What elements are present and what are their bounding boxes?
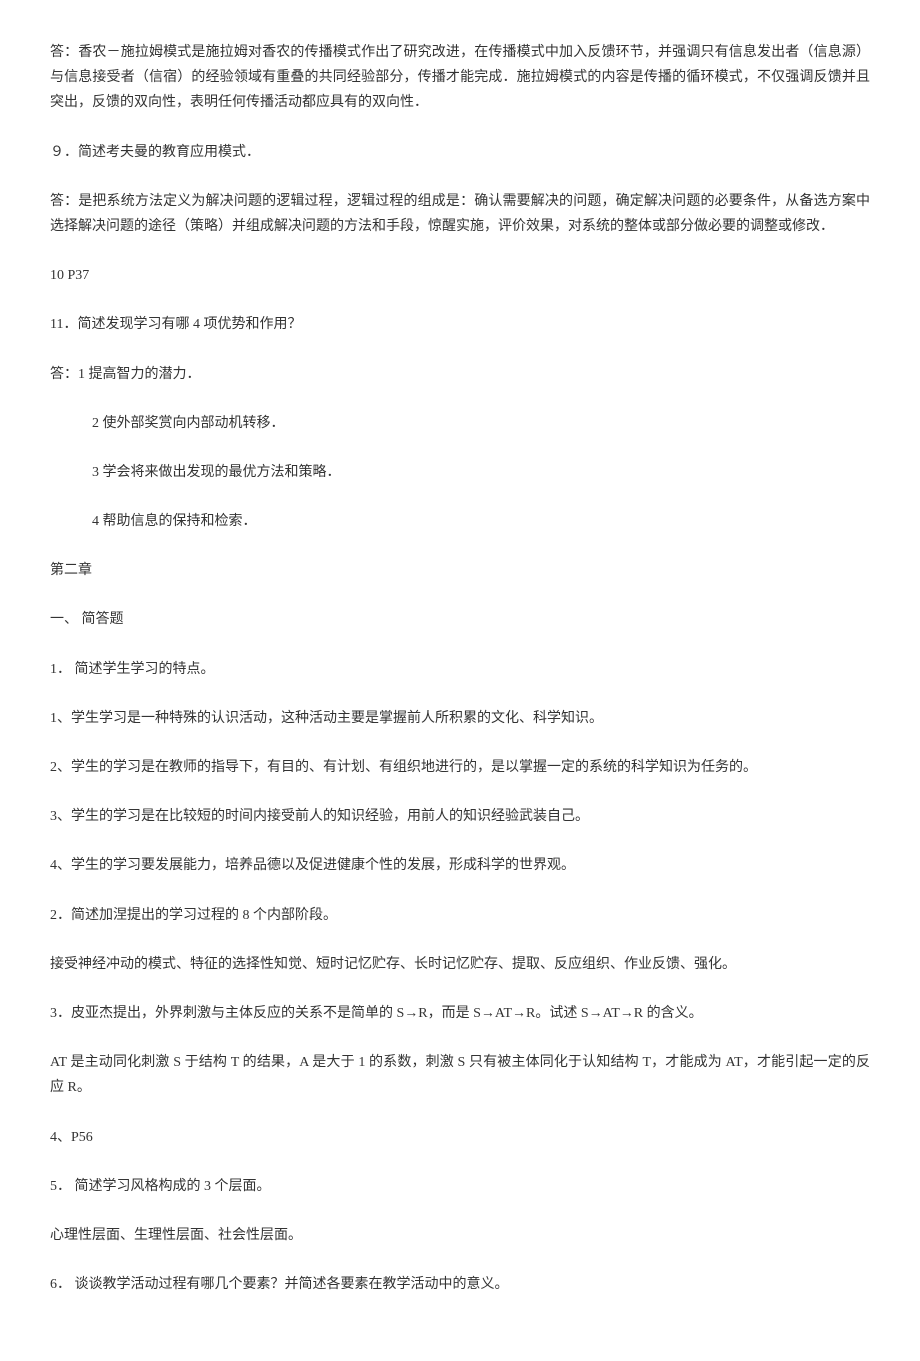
answer-item-1: 1、学生学习是一种特殊的认识活动，这种活动主要是掌握前人所积累的文化、科学知识。: [50, 706, 870, 731]
question-5: 5． 简述学习风格构成的 3 个层面。: [50, 1174, 870, 1199]
answer-item-3: 3、学生的学习是在比较短的时间内接受前人的知识经验，用前人的知识经验武装自己。: [50, 804, 870, 829]
answer-item-3: 3 学会将来做出发现的最优方法和策略．: [50, 460, 870, 485]
answer-item-1: 答：1 提高智力的潜力．: [50, 362, 870, 387]
question-9: ９．简述考夫曼的教育应用模式．: [50, 140, 870, 165]
answer-item-2: 2、学生的学习是在教师的指导下，有目的、有计划、有组织地进行的，是以掌握一定的系…: [50, 755, 870, 780]
question-2: 2．简述加涅提出的学习过程的 8 个内部阶段。: [50, 903, 870, 928]
question-11: 11．简述发现学习有哪 4 项优势和作用？: [50, 312, 870, 337]
section-heading: 一、 简答题: [50, 607, 870, 632]
answer-paragraph: AT 是主动同化刺激 S 于结构 T 的结果，A 是大于 1 的系数，刺激 S …: [50, 1050, 870, 1100]
answer-paragraph: 答：是把系统方法定义为解决问题的逻辑过程，逻辑过程的组成是：确认需要解决的问题，…: [50, 189, 870, 239]
reference-4: 4、P56: [50, 1125, 870, 1150]
answer-item-4: 4、学生的学习要发展能力，培养品德以及促进健康个性的发展，形成科学的世界观。: [50, 853, 870, 878]
answer-item-4: 4 帮助信息的保持和检索．: [50, 509, 870, 534]
reference-10: 10 P37: [50, 263, 870, 288]
question-3: 3．皮亚杰提出，外界刺激与主体反应的关系不是简单的 S→R，而是 S→AT→R。…: [50, 1001, 870, 1026]
answer-paragraph: 接受神经冲动的模式、特征的选择性知觉、短时记忆贮存、长时记忆贮存、提取、反应组织…: [50, 952, 870, 977]
answer-paragraph: 心理性层面、生理性层面、社会性层面。: [50, 1223, 870, 1248]
chapter-2-heading: 第二章: [50, 558, 870, 583]
answer-item-2: 2 使外部奖赏向内部动机转移．: [50, 411, 870, 436]
question-6: 6． 谈谈教学活动过程有哪几个要素？并简述各要素在教学活动中的意义。: [50, 1272, 870, 1297]
answer-paragraph: 答：香农－施拉姆模式是施拉姆对香农的传播模式作出了研究改进，在传播模式中加入反馈…: [50, 40, 870, 116]
question-1: 1． 简述学生学习的特点。: [50, 657, 870, 682]
